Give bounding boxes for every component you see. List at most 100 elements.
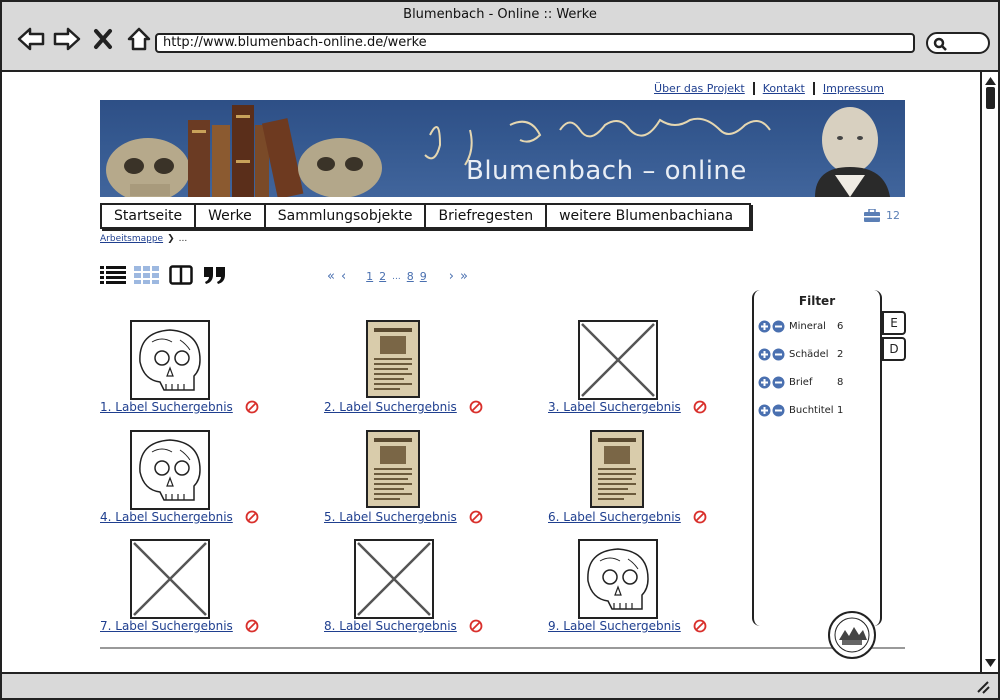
- window-title: Blumenbach - Online :: Werke: [403, 7, 597, 22]
- remove-icon[interactable]: [693, 619, 707, 633]
- filter-panel: Filter Mineral 6 Schädel 2 Brief 8 Buchtitel 1: [752, 290, 882, 626]
- pager-ellipsis: ...: [392, 271, 401, 282]
- banner-title: Blumenbach – online: [466, 156, 747, 186]
- filter-count: 2: [837, 349, 844, 360]
- scroll-thumb[interactable]: [986, 87, 995, 109]
- cart-count: 12: [886, 209, 900, 222]
- plus-icon[interactable]: [758, 376, 771, 389]
- result-label[interactable]: 4. Label Suchergebnis: [100, 510, 233, 524]
- briefcase-icon: [864, 209, 880, 222]
- pager-last[interactable]: »: [460, 269, 468, 284]
- main-nav: Startseite Werke Sammlungsobjekte Briefr…: [100, 203, 752, 229]
- minus-icon[interactable]: [772, 348, 785, 361]
- filter-item: Buchtitel 1: [758, 404, 843, 417]
- grid-view-icon[interactable]: [134, 265, 160, 285]
- breadcrumb-arbeitsmappe[interactable]: Arbeitsmappe: [100, 234, 163, 244]
- minus-icon[interactable]: [772, 320, 785, 333]
- remove-icon[interactable]: [245, 510, 259, 524]
- filter-title: Filter: [798, 294, 836, 308]
- result-label[interactable]: 1. Label Suchergebnis: [100, 400, 233, 414]
- image-placeholder[interactable]: [130, 539, 210, 619]
- remove-icon[interactable]: [469, 510, 483, 524]
- browser-search[interactable]: [926, 32, 990, 54]
- filter-item: Brief 8: [758, 376, 843, 389]
- resize-grip-icon[interactable]: [976, 680, 990, 694]
- document-thumbnail[interactable]: [590, 430, 644, 508]
- filter-count: 8: [837, 377, 844, 388]
- image-placeholder[interactable]: [354, 539, 434, 619]
- scroll-up-icon[interactable]: [984, 76, 997, 86]
- breadcrumb: Arbeitsmappe ❯ ...: [100, 234, 187, 244]
- skull-thumbnail[interactable]: [578, 539, 658, 619]
- pager-page-1[interactable]: 1: [366, 270, 373, 283]
- forward-icon[interactable]: [52, 26, 82, 52]
- plus-icon[interactable]: [758, 404, 771, 417]
- page-viewport: Über das Projekt Kontakt Impressum Blume…: [0, 72, 980, 672]
- remove-icon[interactable]: [245, 619, 259, 633]
- pager-page-9[interactable]: 9: [420, 270, 427, 283]
- skull-thumbnail[interactable]: [130, 320, 210, 400]
- vertical-scrollbar[interactable]: [980, 72, 1000, 672]
- top-links: Über das Projekt Kontakt Impressum: [646, 82, 884, 95]
- filter-count: 6: [837, 321, 844, 332]
- nav-briefregesten[interactable]: Briefregesten: [426, 205, 548, 227]
- minus-icon[interactable]: [772, 376, 785, 389]
- document-thumbnail[interactable]: [366, 320, 420, 398]
- nav-sammlungsobjekte[interactable]: Sammlungsobjekte: [266, 205, 427, 227]
- list-view-icon[interactable]: [100, 265, 126, 285]
- breadcrumb-separator: ❯: [167, 234, 175, 244]
- tab-e[interactable]: E: [882, 311, 906, 335]
- split-view-icon[interactable]: [168, 265, 194, 285]
- plus-icon[interactable]: [758, 348, 771, 361]
- remove-icon[interactable]: [693, 510, 707, 524]
- pager-page-2[interactable]: 2: [379, 270, 386, 283]
- nav-weitere-blumenbachiana[interactable]: weitere Blumenbachiana: [547, 205, 749, 227]
- link-contact[interactable]: Kontakt: [755, 82, 815, 95]
- university-seal-icon: [828, 611, 876, 659]
- minus-icon[interactable]: [772, 404, 785, 417]
- link-about[interactable]: Über das Projekt: [646, 82, 755, 95]
- filter-item: Schädel 2: [758, 348, 843, 361]
- nav-startseite[interactable]: Startseite: [102, 205, 197, 227]
- url-input[interactable]: http://www.blumenbach-online.de/werke: [155, 33, 915, 53]
- result-label[interactable]: 7. Label Suchergebnis: [100, 619, 233, 633]
- filter-item: Mineral 6: [758, 320, 843, 333]
- result-label[interactable]: 3. Label Suchergebnis: [548, 400, 681, 414]
- plus-icon[interactable]: [758, 320, 771, 333]
- remove-icon[interactable]: [469, 400, 483, 414]
- pager-prev[interactable]: ‹: [341, 269, 346, 284]
- filter-label[interactable]: Mineral: [789, 321, 835, 332]
- search-icon: [933, 37, 947, 51]
- pager-next[interactable]: ›: [449, 269, 454, 284]
- scroll-down-icon[interactable]: [984, 658, 997, 668]
- pager-first[interactable]: «: [327, 269, 335, 284]
- result-label[interactable]: 6. Label Suchergebnis: [548, 510, 681, 524]
- browser-toolbar: Blumenbach - Online :: Werke http://www.…: [0, 0, 1000, 72]
- breadcrumb-rest: ...: [178, 234, 188, 244]
- close-icon[interactable]: [88, 26, 118, 52]
- tab-d[interactable]: D: [882, 337, 906, 361]
- result-label[interactable]: 9. Label Suchergebnis: [548, 619, 681, 633]
- pager-page-8[interactable]: 8: [407, 270, 414, 283]
- filter-label[interactable]: Schädel: [789, 349, 835, 360]
- pagination: « ‹ 1 2 ... 8 9 › »: [327, 269, 468, 284]
- filter-label[interactable]: Brief: [789, 377, 835, 388]
- skull-thumbnail[interactable]: [130, 430, 210, 510]
- result-label[interactable]: 5. Label Suchergebnis: [324, 510, 457, 524]
- image-placeholder[interactable]: [578, 320, 658, 400]
- remove-icon[interactable]: [245, 400, 259, 414]
- result-label[interactable]: 2. Label Suchergebnis: [324, 400, 457, 414]
- nav-werke[interactable]: Werke: [196, 205, 266, 227]
- link-imprint[interactable]: Impressum: [815, 82, 884, 95]
- result-label[interactable]: 8. Label Suchergebnis: [324, 619, 457, 633]
- home-icon[interactable]: [124, 26, 154, 52]
- cart[interactable]: 12: [864, 209, 900, 222]
- quote-icon[interactable]: [202, 265, 228, 285]
- remove-icon[interactable]: [469, 619, 483, 633]
- remove-icon[interactable]: [693, 400, 707, 414]
- back-icon[interactable]: [16, 26, 46, 52]
- footer-divider: [100, 647, 905, 649]
- status-bar: [0, 672, 1000, 700]
- document-thumbnail[interactable]: [366, 430, 420, 508]
- filter-label[interactable]: Buchtitel: [789, 405, 835, 416]
